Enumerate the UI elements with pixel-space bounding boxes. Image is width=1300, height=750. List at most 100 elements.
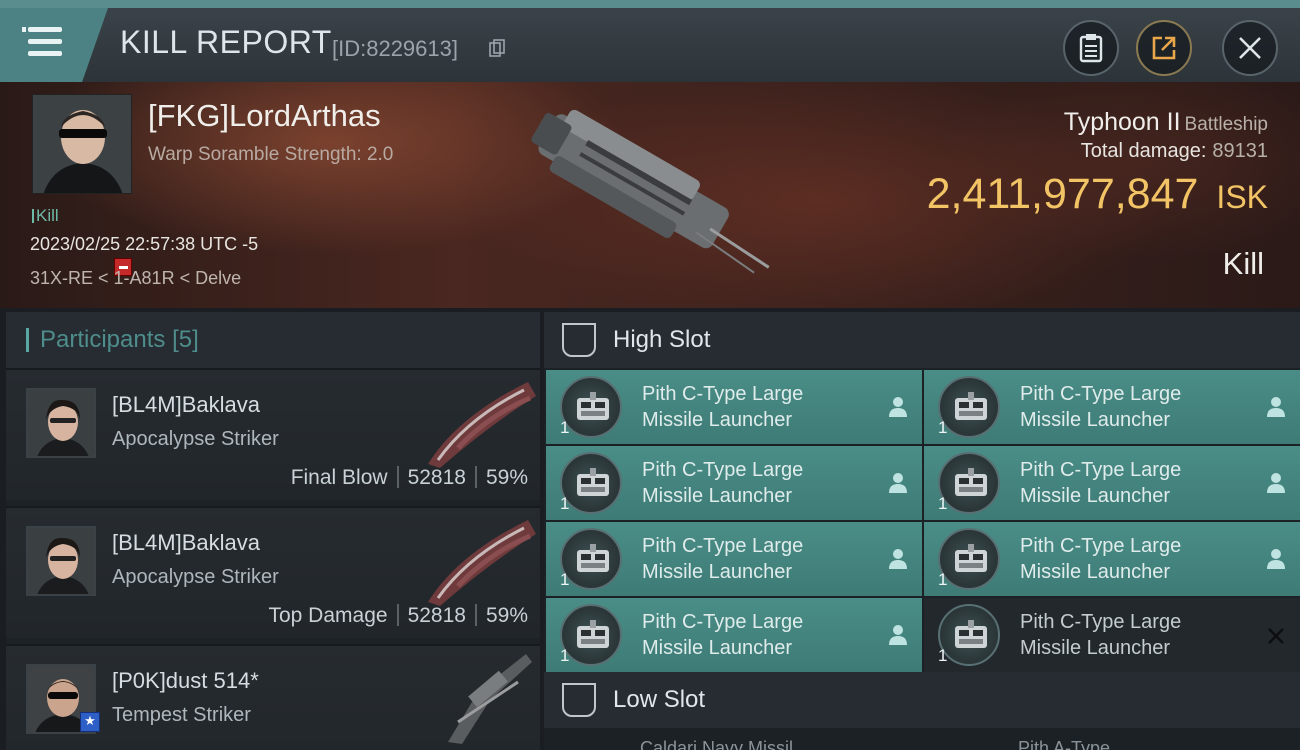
total-damage-label: Total damage:	[1080, 140, 1207, 162]
module-name-line: Pith C-Type Large	[1020, 383, 1182, 405]
share-button[interactable]	[1136, 20, 1192, 76]
module-item[interactable]: 1 Pith C-Type Large Missile Launcher	[546, 446, 922, 520]
low-slot-title: Low Slot	[613, 686, 706, 713]
divider	[396, 466, 399, 488]
copy-icon[interactable]	[489, 39, 505, 57]
module-name-line: Missile Launcher	[1020, 561, 1171, 583]
participant-ship: Apocalypse Striker	[112, 428, 279, 450]
module-item[interactable]: 1 Pith C-Type Large Missile Launcher	[924, 446, 1300, 520]
module-name: Pith C-Type Large Missile Launcher	[1020, 381, 1250, 433]
fitting-panel: High Slot 1 Pith C-Type Large Missile Laun…	[544, 312, 1300, 750]
page-title: KILL REPORT	[120, 24, 332, 60]
low-slot-item-peek[interactable]: Pith A-Type	[1018, 738, 1110, 750]
scramble-strength: Warp Soramble Strength: 2.0	[148, 144, 394, 165]
participant-name: [P0K]dust 514*	[112, 668, 259, 693]
module-item[interactable]: 1 Pith C-Type Large Missile Launcher	[924, 522, 1300, 596]
module-quantity: 1	[560, 646, 570, 665]
victim-name[interactable]: [FKG]LordArthas	[148, 98, 381, 134]
victim-summary: [FKG]LordArthas Warp Soramble Strength: …	[0, 82, 1300, 308]
divider	[396, 604, 399, 626]
module-name-line: Missile Launcher	[642, 409, 793, 431]
participant-ship-image	[428, 520, 536, 606]
participant-card[interactable]: [BL4M]Baklava Apocalypse Striker Top Dam…	[6, 506, 540, 638]
dropped-person-icon	[1266, 472, 1286, 494]
participant-name: [BL4M]Baklava	[112, 392, 260, 417]
module-item[interactable]: 1 Pith C-Type Large Missile Launcher	[546, 598, 922, 672]
participant-stats: Top Damage 52818 59%	[268, 604, 528, 628]
report-id: [ID:8229613]	[332, 36, 458, 61]
top-bar: KILL REPORT [ID:8229613]	[0, 0, 1300, 82]
participants-title: Participants [5]	[40, 326, 199, 354]
low-slot-item-peek[interactable]: Caldari Navy Missil	[640, 738, 793, 750]
module-quantity: 1	[938, 646, 948, 665]
participant-damage: 52818	[407, 466, 466, 489]
participant-percent: 59%	[485, 604, 528, 627]
participant-ship: Tempest Striker	[112, 704, 251, 726]
participant-card[interactable]: [P0K]dust 514* Tempest Striker	[6, 644, 540, 750]
high-slot-title: High Slot	[613, 326, 711, 353]
menu-button[interactable]	[0, 8, 108, 82]
total-damage-value: 89131	[1212, 140, 1268, 162]
module-name-line: Missile Launcher	[642, 561, 793, 583]
menu-icon-bar	[28, 39, 62, 44]
module-name-line: Missile Launcher	[1020, 409, 1171, 431]
participants-count: [5]	[172, 326, 199, 353]
menu-icon-bar	[28, 51, 62, 56]
ship-class: Battleship	[1184, 114, 1268, 135]
participant-ship-image	[428, 382, 536, 468]
dropped-person-icon	[888, 472, 908, 494]
clipboard-icon	[1079, 34, 1103, 63]
pilot-portrait	[33, 95, 131, 193]
module-item[interactable]: 1 Pith C-Type Large Missile Launcher	[546, 522, 922, 596]
kill-datetime: 2023/02/25 22:57:38 UTC -5	[30, 234, 259, 254]
participant-name: [BL4M]Baklava	[112, 530, 260, 555]
high-slot-header: High Slot	[544, 312, 1300, 368]
module-name-line: Pith C-Type Large	[1020, 611, 1182, 633]
module-name-line: Pith C-Type Large	[642, 535, 804, 557]
module-name: Pith C-Type Large Missile Launcher	[1020, 533, 1250, 585]
participant-card[interactable]: [BL4M]Baklava Apocalypse Striker Final B…	[6, 368, 540, 500]
close-button[interactable]	[1222, 20, 1278, 76]
victim-avatar[interactable]	[32, 94, 132, 194]
pilot-portrait	[28, 528, 94, 594]
module-name-line: Missile Launcher	[642, 485, 793, 507]
header-accent	[26, 328, 29, 352]
module-name-line: Pith C-Type Large	[642, 459, 804, 481]
module-name: Pith C-Type Large Missile Launcher	[642, 533, 872, 585]
dropped-person-icon	[1266, 396, 1286, 418]
share-icon	[1152, 36, 1176, 60]
module-name-line: Pith C-Type Large	[642, 383, 804, 405]
module-name-line: Pith C-Type Large	[1020, 459, 1182, 481]
divider	[474, 466, 477, 488]
module-item[interactable]: 1 Pith C-Type Large Missile Launcher	[924, 370, 1300, 444]
module-item[interactable]: 1 Pith C-Type Large Missile Launcher	[924, 598, 1300, 672]
ship-name: Typhoon II	[1063, 108, 1181, 136]
high-slot-icon	[562, 323, 596, 357]
participant-percent: 59%	[485, 466, 528, 489]
participant-avatar	[26, 526, 96, 596]
participant-role: Top Damage	[268, 604, 388, 627]
module-name: Pith C-Type Large Missile Launcher	[642, 457, 872, 509]
divider	[474, 604, 477, 626]
low-slot-icon	[562, 683, 596, 717]
module-item[interactable]: 1 Pith C-Type Large Missile Launcher	[546, 370, 922, 444]
module-quantity: 1	[938, 494, 948, 513]
module-name: Pith C-Type Large Missile Launcher	[642, 609, 872, 661]
participant-ship-image	[448, 654, 532, 744]
pilot-portrait	[28, 390, 94, 456]
destroyed-icon	[1266, 624, 1286, 646]
participants-panel: Participants [5] [BL4M]Baklava Apocalyps…	[6, 312, 540, 750]
module-name: Pith C-Type Large Missile Launcher	[1020, 457, 1250, 509]
participant-damage: 52818	[407, 604, 466, 627]
isk-unit: ISK	[1216, 179, 1268, 215]
module-name-line: Missile Launcher	[1020, 637, 1171, 659]
module-name-line: Missile Launcher	[642, 637, 793, 659]
victim-ship[interactable]: Typhoon II Battleship	[1064, 108, 1268, 137]
clipboard-button[interactable]	[1063, 20, 1119, 76]
module-quantity: 1	[560, 494, 570, 513]
participants-header: Participants [5]	[6, 312, 540, 368]
participants-label: Participants	[40, 326, 166, 353]
low-slot-header: Low Slot	[544, 672, 1300, 728]
participant-role: Final Blow	[290, 466, 388, 489]
isk-value: 2,411,977,847	[926, 170, 1199, 218]
